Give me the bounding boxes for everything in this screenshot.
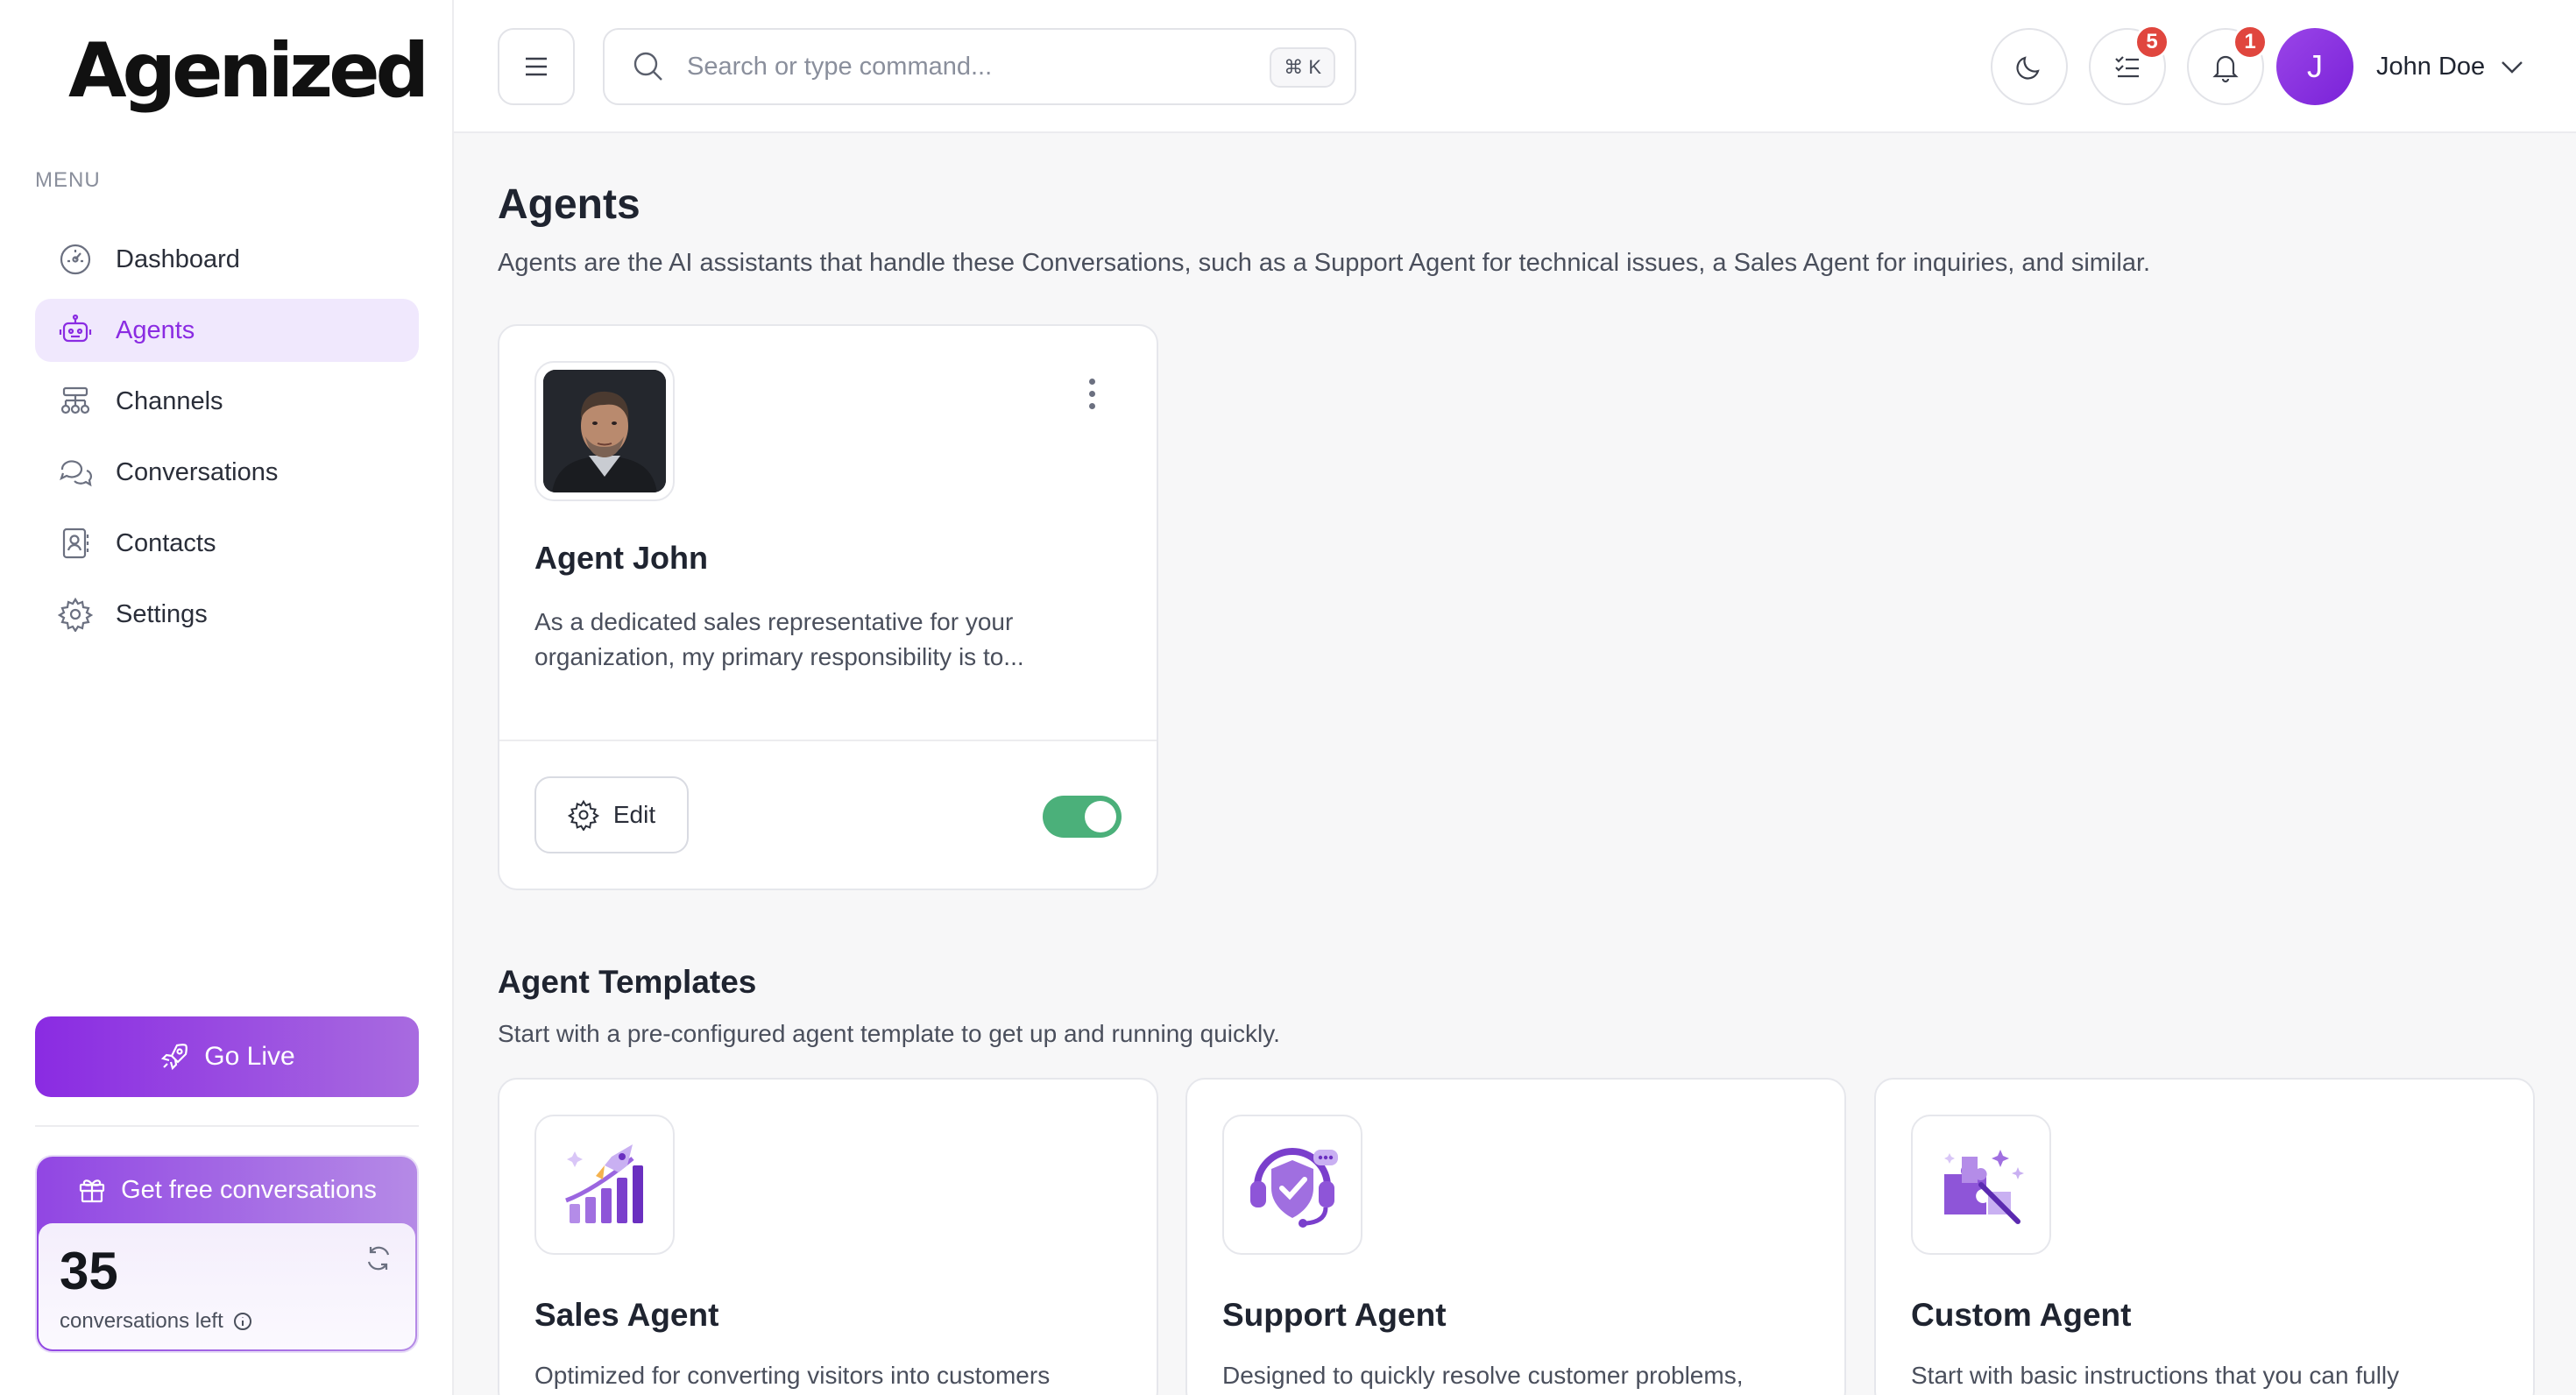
- template-card-support-agent[interactable]: Support Agent Designed to quickly resolv…: [1185, 1078, 1846, 1395]
- templates-section-description: Start with a pre-configured agent templa…: [498, 1020, 1280, 1047]
- sidebar-item-settings[interactable]: Settings: [35, 583, 419, 646]
- agent-description: As a dedicated sales representative for …: [534, 608, 1024, 670]
- sidebar-item-label: Dashboard: [116, 244, 240, 273]
- tasks-button[interactable]: 5: [2089, 25, 2169, 105]
- agent-portrait-photo: [543, 370, 666, 492]
- template-name: Sales Agent: [534, 1297, 719, 1333]
- user-menu[interactable]: J John Doe: [2276, 28, 2527, 105]
- puzzle-wand-icon: [1911, 1115, 2051, 1255]
- template-name: Support Agent: [1222, 1297, 1447, 1333]
- conversations-left-caption: conversations left: [60, 1309, 253, 1334]
- sidebar-item-dashboard[interactable]: Dashboard: [35, 228, 419, 291]
- rocket-icon: [161, 1044, 188, 1071]
- more-options-icon[interactable]: [1086, 379, 1097, 415]
- refresh-icon[interactable]: [363, 1243, 394, 1274]
- conversations-left-label: conversations left: [60, 1309, 223, 1333]
- card-divider: [499, 740, 1157, 741]
- go-live-button[interactable]: Go Live: [35, 1016, 419, 1097]
- sidebar: Agenized MENU Dashboard Agents Channels: [0, 0, 454, 1395]
- sidebar-item-label: Contacts: [116, 528, 216, 557]
- topbar: ⌘ K 5 1 J John Doe: [454, 0, 2576, 133]
- sidebar-item-label: Channels: [116, 386, 223, 415]
- dark-mode-toggle-button[interactable]: [1991, 28, 2068, 105]
- gauge-icon: [58, 242, 93, 277]
- app-root: Agenized MENU Dashboard Agents Channels: [0, 0, 2576, 1395]
- get-free-conversations-label: Get free conversations: [121, 1175, 377, 1204]
- rocket-chart-icon: [534, 1115, 675, 1255]
- brand-logo[interactable]: Agenized: [68, 30, 429, 113]
- sidebar-item-conversations[interactable]: Conversations: [35, 441, 419, 504]
- avatar: J: [2276, 28, 2353, 105]
- free-conversations-card: Get free conversations 35 conversations …: [35, 1155, 419, 1353]
- main-content: ⌘ K 5 1 J John Doe Agents Agents are the…: [454, 0, 2576, 1395]
- template-name: Custom Agent: [1911, 1297, 2132, 1333]
- channels-icon: [58, 384, 93, 419]
- page-description: Agents are the AI assistants that handle…: [498, 249, 2151, 277]
- sidebar-divider: [35, 1125, 419, 1127]
- search-shortcut-hint: ⌘ K: [1270, 47, 1335, 88]
- template-description: Start with basic instructions that you c…: [1911, 1362, 2400, 1389]
- page-title: Agents: [498, 181, 640, 228]
- user-name: John Doe: [2376, 52, 2486, 81]
- template-description: Optimized for converting visitors into c…: [534, 1362, 1051, 1389]
- toggle-knob: [1085, 801, 1116, 832]
- chat-bubbles-icon: [58, 455, 93, 490]
- get-free-conversations-button[interactable]: Get free conversations: [37, 1157, 417, 1223]
- conversations-left-count: 35: [60, 1242, 118, 1300]
- contact-book-icon: [58, 526, 93, 561]
- sidebar-item-label: Conversations: [116, 457, 279, 486]
- search-bar: ⌘ K: [603, 28, 1356, 105]
- sidebar-nav: Dashboard Agents Channels Conversations: [35, 228, 419, 654]
- sidebar-item-channels[interactable]: Channels: [35, 370, 419, 433]
- menu-section-label: MENU: [35, 168, 101, 192]
- search-icon: [629, 47, 668, 86]
- info-icon[interactable]: [232, 1311, 253, 1332]
- notifications-count-badge: 1: [2233, 25, 2268, 60]
- gear-icon: [567, 799, 599, 831]
- template-description: Designed to quickly resolve customer pro…: [1222, 1362, 1744, 1389]
- gift-icon: [80, 1179, 105, 1203]
- template-card-sales-agent[interactable]: Sales Agent Optimized for converting vis…: [498, 1078, 1158, 1395]
- sidebar-item-label: Agents: [116, 315, 195, 344]
- robot-icon: [58, 313, 93, 348]
- tasks-count-badge: 5: [2134, 25, 2169, 60]
- notifications-button[interactable]: 1: [2187, 25, 2268, 105]
- agent-name: Agent John: [534, 540, 708, 576]
- moon-icon: [2016, 56, 2040, 80]
- gear-icon: [58, 597, 93, 632]
- edit-agent-button[interactable]: Edit: [534, 776, 689, 853]
- sidebar-item-label: Settings: [116, 599, 208, 628]
- agent-avatar: [534, 361, 675, 501]
- search-input[interactable]: [687, 52, 1248, 81]
- agent-card[interactable]: Agent John As a dedicated sales represen…: [498, 324, 1158, 890]
- edit-label: Edit: [612, 801, 656, 828]
- templates-section-title: Agent Templates: [498, 964, 757, 1000]
- headset-shield-icon: [1222, 1115, 1362, 1255]
- sidebar-item-contacts[interactable]: Contacts: [35, 512, 419, 575]
- chevron-down-icon: [2502, 61, 2523, 74]
- menu-toggle-button[interactable]: [498, 28, 575, 105]
- hamburger-icon: [526, 57, 547, 76]
- sidebar-item-agents[interactable]: Agents: [35, 299, 419, 362]
- template-card-custom-agent[interactable]: Custom Agent Start with basic instructio…: [1874, 1078, 2535, 1395]
- conversations-left-panel: 35 conversations left: [39, 1223, 415, 1349]
- go-live-label: Go Live: [204, 1042, 295, 1071]
- agent-enabled-toggle[interactable]: [1043, 796, 1122, 838]
